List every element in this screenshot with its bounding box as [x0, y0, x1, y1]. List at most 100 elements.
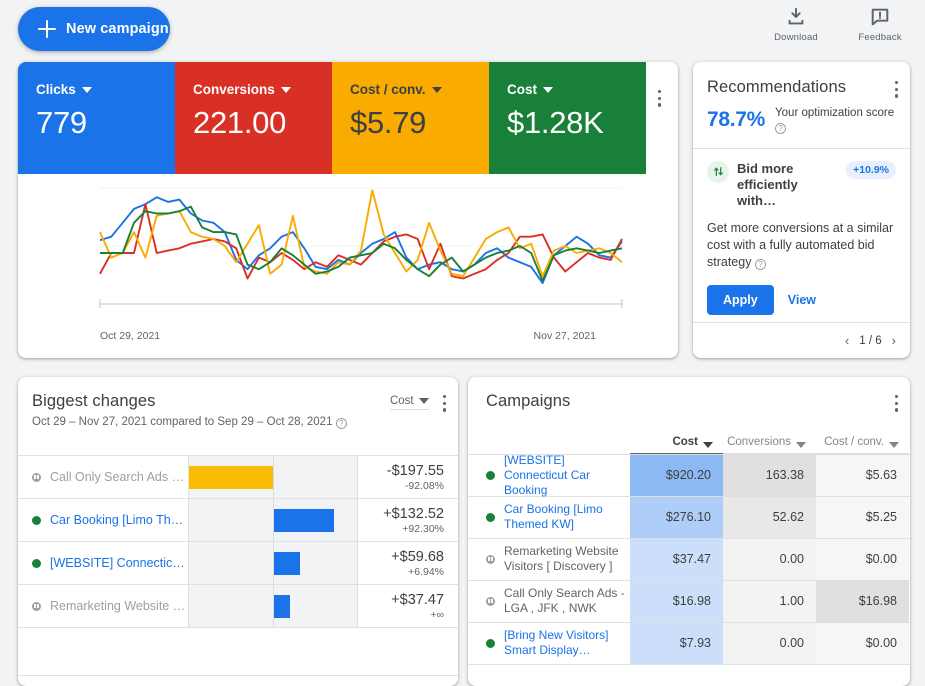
campaigns-column-header-cost[interactable]: Cost — [630, 436, 723, 454]
recommendation-title: Bid more efficiently with… — [737, 160, 798, 208]
recommendation-description: Get more conversions at a similar cost w… — [707, 220, 896, 271]
campaign-conversions-cell: 0.00 — [723, 538, 816, 580]
help-circle-icon[interactable]: ? — [335, 418, 347, 429]
recommendations-overflow-menu[interactable] — [894, 78, 910, 98]
change-amount: +$132.52 — [383, 505, 444, 522]
campaigns-table: [WEBSITE] Connecticut Car Booking $920.20… — [468, 453, 910, 686]
recommendation-item: Bid more efficiently with… +10.9% Get mo… — [693, 149, 910, 315]
feedback-button[interactable]: Feedback — [851, 6, 909, 43]
status-dot-enabled-icon — [486, 470, 495, 480]
campaign-conversions-cell: 1.00 — [723, 580, 816, 622]
scorecard-metric-selector[interactable]: Clicks — [36, 82, 175, 97]
chevron-right-icon[interactable]: › — [892, 333, 896, 348]
optimization-score-label: Your optimization score ? — [775, 106, 896, 134]
campaign-name-label[interactable]: Car Booking [Limo Themed KW] — [504, 502, 630, 532]
biggest-changes-metric-selector[interactable]: Cost — [389, 395, 429, 410]
biggest-changes-row[interactable]: Car Booking [Limo The… +$132.52 +92.30% — [18, 498, 458, 541]
biggest-changes-value: +$37.47 +∞ — [358, 585, 458, 627]
plus-icon — [38, 20, 56, 38]
new-campaign-button[interactable]: New campaign — [18, 7, 170, 51]
biggest-changes-table: Call Only Search Ads - … -$197.55 -92.08% C… — [18, 455, 458, 686]
campaign-cost-per-conv-cell: $0.00 — [816, 622, 909, 664]
chart-series-conversions — [99, 203, 623, 280]
chevron-down-icon — [889, 441, 899, 448]
campaigns-column-headers: Cost Conversions Cost / conv. — [468, 422, 910, 454]
scorecard-overflow-menu[interactable] — [641, 62, 678, 174]
campaign-cost-cell: $276.10 — [630, 496, 723, 538]
scorecard-cost-conv[interactable]: Cost / conv. $5.79 — [332, 62, 489, 174]
biggest-changes-row[interactable]: [WEBSITE] Connecticut… +$59.68 +6.94% — [18, 541, 458, 584]
campaign-name-label[interactable]: [WEBSITE] Connecticut Car Booking — [504, 453, 630, 498]
feedback-label: Feedback — [858, 32, 902, 43]
scorecard-metric-selector[interactable]: Cost — [507, 82, 646, 97]
scorecard-label: Cost / conv. — [350, 82, 426, 97]
campaigns-row[interactable]: Call Only Search Ads - LGA , JFK , NWK $1… — [468, 579, 910, 622]
campaigns-row[interactable]: Car Booking [Limo Themed KW] $276.10 52.62… — [468, 495, 910, 538]
bar-positive-half — [273, 542, 358, 584]
scorecard-metric-selector[interactable]: Cost / conv. — [350, 82, 489, 97]
chevron-left-icon[interactable]: ‹ — [845, 333, 849, 348]
campaign-cost-per-conv-cell: $5.25 — [816, 496, 909, 538]
campaign-name-label[interactable]: [WEBSITE] Connecticut… — [50, 556, 188, 570]
more-vert-icon — [894, 395, 898, 412]
change-bar-negative — [189, 466, 273, 489]
biggest-changes-row[interactable]: Call Only Search Ads - … -$197.55 -92.08% — [18, 455, 458, 498]
change-amount: -$197.55 — [386, 462, 444, 479]
biggest-changes-bar-chart — [188, 542, 358, 584]
performance-summary-card: Clicks 779 Conversions 221.00 Cost / conv. $5… — [18, 62, 678, 358]
apply-button[interactable]: Apply — [707, 284, 774, 315]
chevron-down-icon — [543, 86, 553, 93]
top-toolbar: New campaign Download Feedback — [0, 0, 925, 62]
performance-line-chart — [99, 187, 623, 308]
campaigns-column-header-cost-conv[interactable]: Cost / conv. — [816, 436, 909, 454]
download-label: Download — [774, 32, 818, 43]
campaign-conversions-cell: 52.62 — [723, 496, 816, 538]
help-circle-icon[interactable]: ? — [754, 258, 766, 270]
scorecard-conversions[interactable]: Conversions 221.00 — [175, 62, 332, 174]
campaigns-row[interactable]: [WEBSITE] Connecticut Car Booking $920.20… — [468, 453, 910, 498]
bar-positive-half — [273, 499, 358, 541]
chart-end-date: Nov 27, 2021 — [533, 330, 596, 342]
campaign-name-label: Remarketing Website Visitors [ Discovery… — [504, 544, 619, 574]
campaign-name-label[interactable]: [Bring New Visitors] Smart Display… — [504, 628, 630, 658]
scorecard-metric-selector[interactable]: Conversions — [193, 82, 332, 97]
campaigns-campaign-name: [WEBSITE] Connecticut Car Booking — [468, 453, 630, 498]
campaign-cost-per-conv-cell: $16.98 — [816, 580, 909, 622]
biggest-changes-campaign-name: Car Booking [Limo The… — [18, 499, 188, 541]
scorecard-label: Clicks — [36, 82, 76, 97]
campaign-conversions-cell: 163.38 — [723, 454, 816, 496]
chevron-down-icon — [703, 441, 713, 448]
biggest-changes-overflow-menu[interactable] — [429, 392, 458, 412]
scorecard-clicks[interactable]: Clicks 779 — [18, 62, 175, 174]
campaigns-overflow-menu[interactable] — [894, 392, 910, 412]
recommendations-title: Recommendations — [707, 78, 847, 96]
status-dot-paused-icon — [32, 601, 41, 611]
bar-negative-half — [189, 456, 274, 498]
change-bar-positive — [273, 509, 334, 532]
download-button[interactable]: Download — [767, 6, 825, 43]
chart-series-clicks — [99, 196, 623, 285]
campaign-name-label[interactable]: Car Booking [Limo The… — [50, 513, 188, 527]
status-dot-enabled-icon — [32, 558, 41, 568]
biggest-changes-value: +$132.52 +92.30% — [358, 499, 458, 541]
scorecard-cost[interactable]: Cost $1.28K — [489, 62, 646, 174]
campaigns-campaign-name: Remarketing Website Visitors [ Discovery… — [468, 539, 630, 580]
chevron-down-icon — [280, 86, 291, 93]
biggest-changes-metric-label: Cost — [389, 395, 414, 407]
chart-series-cost — [100, 205, 623, 282]
campaigns-campaign-name: Car Booking [Limo Themed KW] — [468, 497, 630, 538]
biggest-changes-row[interactable]: Remarketing Website V… +$37.47 +∞ — [18, 584, 458, 627]
help-circle-icon[interactable]: ? — [775, 122, 787, 134]
toolbar-actions: Download Feedback — [767, 6, 909, 43]
campaigns-card: Campaigns Cost Conversions Cost / conv. [W… — [468, 377, 910, 686]
campaigns-campaign-name: [Bring New Visitors] Smart Display… — [468, 623, 630, 664]
biggest-changes-subtitle-text: Oct 29 – Nov 27, 2021 compared to Sep 29… — [32, 416, 333, 428]
campaigns-row[interactable]: [Bring New Visitors] Smart Display… $7.93… — [468, 621, 910, 664]
campaigns-row[interactable]: Remarketing Website Visitors [ Discovery… — [468, 537, 910, 580]
bar-positive-half — [274, 456, 358, 498]
view-button[interactable]: View — [788, 293, 816, 307]
change-bar-positive — [273, 552, 301, 575]
chevron-down-icon — [81, 86, 92, 93]
campaigns-column-header-conversions[interactable]: Conversions — [723, 436, 816, 454]
biggest-changes-bar-chart — [188, 456, 358, 498]
